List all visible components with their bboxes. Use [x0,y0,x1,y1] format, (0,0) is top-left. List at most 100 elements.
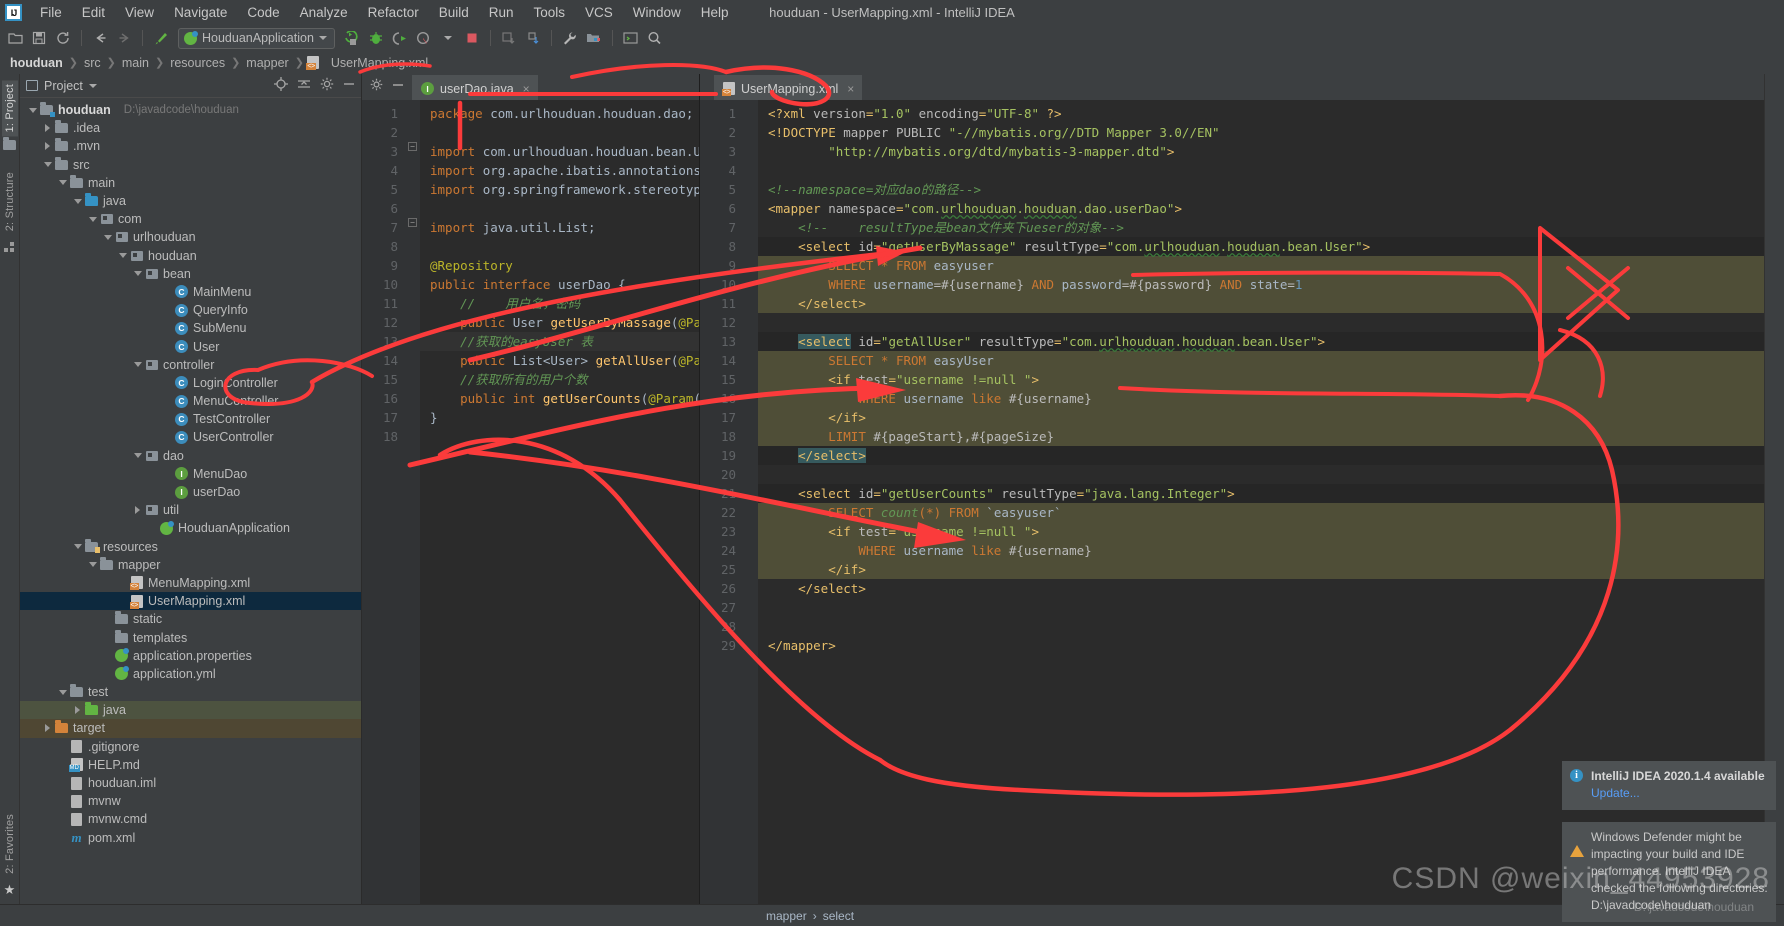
tab-usermapping-xml[interactable]: UserMapping.xml × [714,75,863,100]
tree-node-submenu[interactable]: C SubMenu [20,319,361,337]
tree-node-target[interactable]: target [20,719,361,738]
gear-icon-editor[interactable] [370,78,383,96]
code-line[interactable]: </select> [758,294,1764,313]
tree-expander[interactable] [41,162,54,168]
tool-window-favorites[interactable]: 2: Favorites [2,810,18,878]
tree-node-static[interactable]: static [20,610,361,628]
fold-gutter-right[interactable] [742,100,758,904]
code-view-left[interactable]: 1 2 3 4 5 6 7 8 9 10 11 12 13 14 15 16 17 18 − − package … [362,100,699,904]
code-line[interactable]: //获取所有的用户个数 [420,370,699,389]
tree-node--idea[interactable]: .idea [20,119,361,137]
commit-icon[interactable] [522,27,544,49]
tree-expander[interactable] [41,142,54,151]
tree-expander[interactable] [41,724,54,733]
run-configuration-selector[interactable]: HouduanApplication [178,27,335,49]
breadcrumb-usermapping-xml[interactable]: UserMapping.xml [327,55,432,71]
code-line[interactable]: public User getUserByMassage(@Param( [420,313,699,332]
tree-node-test[interactable]: test [20,683,361,701]
code-line[interactable]: <!DOCTYPE mapper PUBLIC "-//mybatis.org/… [758,123,1764,142]
tree-node-houduan[interactable]: houduan [20,247,361,265]
menu-file[interactable]: File [30,2,72,23]
menu-refactor[interactable]: Refactor [358,2,429,23]
tree-node-mvnw-cmd[interactable]: mvnw.cmd [20,810,361,828]
breadcrumb-src[interactable]: src [80,55,105,71]
tree-node-userdao[interactable]: IuserDao [20,483,361,501]
open-folder-icon[interactable] [4,27,26,49]
hide-editor-icon[interactable] [392,78,404,96]
tree-node-user[interactable]: C User [20,337,361,355]
terminal-icon[interactable] [620,27,642,49]
notification-update-available[interactable]: i IntelliJ IDEA 2020.1.4 available Updat… [1562,761,1776,810]
tree-node-logincontroller[interactable]: C LoginController [20,374,361,392]
code-line[interactable]: SELECT count(*) FROM `easyuser` [758,503,1764,522]
tree-node--mvn[interactable]: .mvn [20,137,361,155]
chevron-down-icon-2[interactable] [437,27,459,49]
run-icon[interactable] [341,27,363,49]
code-line[interactable]: // 用户名，密码 [420,294,699,313]
code-line[interactable] [758,465,1764,484]
tree-node-usercontroller[interactable]: C UserController [20,428,361,446]
code-line[interactable]: } [420,408,699,427]
tree-expander[interactable] [56,689,69,695]
tree-node-mainmenu[interactable]: C MainMenu [20,283,361,301]
tree-node-dao[interactable]: dao [20,447,361,465]
tree-expander[interactable] [71,198,84,204]
code-line[interactable]: <select id="getUserCounts" resultType="j… [758,484,1764,503]
save-icon[interactable] [28,27,50,49]
tree-expander[interactable] [131,453,144,459]
tree-node-houduanapplication[interactable]: HouduanApplication [20,519,361,537]
code-line[interactable]: package com.urlhouduan.houduan.dao; [420,104,699,123]
menu-analyze[interactable]: Analyze [290,2,358,23]
code-line[interactable]: public int getUserCounts(@Param("use [420,389,699,408]
menu-window[interactable]: Window [623,2,691,23]
tree-node-templates[interactable]: templates [20,628,361,646]
tree-node-application-properties[interactable]: application.properties [20,647,361,665]
gear-icon[interactable] [320,77,334,94]
tree-expander[interactable] [71,706,84,715]
tree-expander[interactable] [101,234,114,240]
build-hammer-icon[interactable] [150,27,172,49]
tree-expander[interactable] [131,271,144,277]
code-line[interactable]: </if> [758,408,1764,427]
sync-icon[interactable] [52,27,74,49]
code-line[interactable] [758,598,1764,617]
tree-node-menudao[interactable]: I MenuDao [20,465,361,483]
code-line[interactable]: import org.apache.ibatis.annotations.Par [420,161,699,180]
menu-code[interactable]: Code [237,2,289,23]
tree-node-usermapping-xml[interactable]: UserMapping.xml [20,592,361,611]
code-line[interactable] [758,313,1764,332]
breadcrumb-houduan[interactable]: houduan [6,55,67,71]
code-line[interactable]: SELECT * FROM easyuser [758,256,1764,275]
close-icon-left[interactable]: × [523,82,530,96]
tree-node-java[interactable]: java [20,701,361,720]
tree-node-houduan[interactable]: houduan D:\javadcode\houduan [20,101,361,119]
code-line[interactable] [420,237,699,256]
code-line[interactable] [758,161,1764,180]
run-with-coverage-icon[interactable] [389,27,411,49]
menu-view[interactable]: View [115,2,164,23]
code-line[interactable]: //获取的easyUser 表 [420,332,699,351]
menu-tools[interactable]: Tools [524,2,576,23]
code-line[interactable] [758,617,1764,636]
tree-expander[interactable] [71,544,84,550]
tree-expander[interactable] [131,506,144,515]
menu-edit[interactable]: Edit [72,2,115,23]
code-line[interactable]: WHERE username like #{username} [758,389,1764,408]
menu-run[interactable]: Run [479,2,524,23]
tree-expander[interactable] [26,107,39,113]
back-arrow-icon[interactable] [89,27,111,49]
search-everywhere-icon[interactable] [644,27,666,49]
code-line[interactable]: <!-- resultType是bean文件夹下ueser的对象--> [758,218,1764,237]
status-crumb-select[interactable]: select [823,909,854,923]
menu-help[interactable]: Help [691,2,739,23]
tree-expander[interactable] [86,562,99,568]
menu-build[interactable]: Build [429,2,479,23]
code-line[interactable] [420,123,699,142]
stop-icon[interactable] [461,27,483,49]
code-line[interactable]: </mapper> [758,636,1764,655]
tree-node-controller[interactable]: controller [20,356,361,374]
tree-node-mapper[interactable]: mapper [20,556,361,574]
code-line[interactable] [420,199,699,218]
code-line[interactable]: WHERE username=#{username} AND password=… [758,275,1764,294]
code-line[interactable]: SELECT * FROM easyUser [758,351,1764,370]
